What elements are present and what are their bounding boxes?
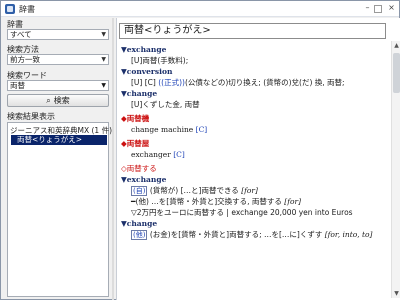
sense-line: [U]くずした金, 両替 xyxy=(131,100,200,109)
maximize-button[interactable] xyxy=(374,5,382,13)
results-label: 検索結果表示 xyxy=(7,112,55,121)
example-line: ▽2万円をユーロに両替する | exchange 20,000 yen into… xyxy=(131,208,353,217)
scroll-thumb[interactable] xyxy=(393,53,400,93)
sense-line: ━(他) …を[貨幣・外貨と]交換する, 両替する [for] xyxy=(131,197,302,206)
minimize-button[interactable]: – xyxy=(362,3,373,14)
pos-heading: ▼change xyxy=(121,219,158,228)
chevron-down-icon: ▼ xyxy=(101,56,106,63)
vertical-scrollbar[interactable]: ▲ ▼ xyxy=(391,41,400,298)
search-button[interactable]: ⌕ 検索 xyxy=(7,94,109,107)
sense-line: [U]両替(手数料); xyxy=(131,56,189,65)
app-icon xyxy=(5,4,15,14)
results-item[interactable]: 両替<りょうがえ> xyxy=(11,135,107,145)
sense-line: [U] [C] ((正式))(公債などの)切り換え; (貨幣の)兌(だ) 換, … xyxy=(131,78,345,87)
search-word-value: 両替 xyxy=(10,81,25,90)
chevron-down-icon: ▼ xyxy=(101,82,106,89)
headword-field: 両替<りょうがえ> xyxy=(119,23,386,39)
dictionary-window: 辞書 – × 辞書 すべて ▼ 検索方法 前方一致 ▼ 検索ワード 両替 ▼ ⌕… xyxy=(0,0,400,300)
panel-splitter[interactable] xyxy=(112,18,114,300)
pos-heading: ▼conversion xyxy=(121,67,173,76)
sense-line: (他) (お金)を[貨幣・外貨と]両替する; …を[…に]くずす [for, i… xyxy=(131,230,373,240)
title-bar: 辞書 – × xyxy=(1,1,399,17)
compound-translation: exchanger [C] xyxy=(131,150,185,159)
search-panel: 辞書 すべて ▼ 検索方法 前方一致 ▼ 検索ワード 両替 ▼ ⌕ 検索 検索結果… xyxy=(5,18,112,300)
search-word-input[interactable]: 両替 ▼ xyxy=(7,80,109,91)
scroll-down-icon[interactable]: ▼ xyxy=(392,289,400,298)
method-select[interactable]: 前方一致 ▼ xyxy=(7,54,109,65)
close-button[interactable]: × xyxy=(386,3,397,14)
dictionary-select[interactable]: すべて ▼ xyxy=(7,29,109,40)
chevron-down-icon: ▼ xyxy=(101,31,106,38)
results-list[interactable]: ジーニアス和英辞典MX (1 件) 両替<りょうがえ> xyxy=(7,122,112,297)
compound-heading: ◆両替機 xyxy=(121,114,150,123)
search-icon: ⌕ xyxy=(46,96,51,105)
pos-heading: ▼exchange xyxy=(121,175,167,184)
method-select-value: 前方一致 xyxy=(10,55,40,64)
scroll-up-icon[interactable]: ▲ xyxy=(392,41,400,50)
sense-line: (自) (貨幣が) […と]両替できる [for] xyxy=(131,186,258,196)
compound-translation: change machine [C] xyxy=(131,125,208,134)
verb-heading: ◇両替する xyxy=(121,164,157,173)
dictionary-select-value: すべて xyxy=(10,30,32,39)
entry-content: ▼exchange [U]両替(手数料); ▼conversion [U] [C… xyxy=(121,44,386,298)
pos-heading: ▼exchange xyxy=(121,45,167,54)
compound-heading: ◆両替屋 xyxy=(121,139,150,148)
pos-heading: ▼change xyxy=(121,89,158,98)
window-title: 辞書 xyxy=(19,5,35,14)
search-button-label: 検索 xyxy=(53,96,70,105)
entry-panel: 両替<りょうがえ> ▼exchange [U]両替(手数料); ▼convers… xyxy=(116,18,400,300)
